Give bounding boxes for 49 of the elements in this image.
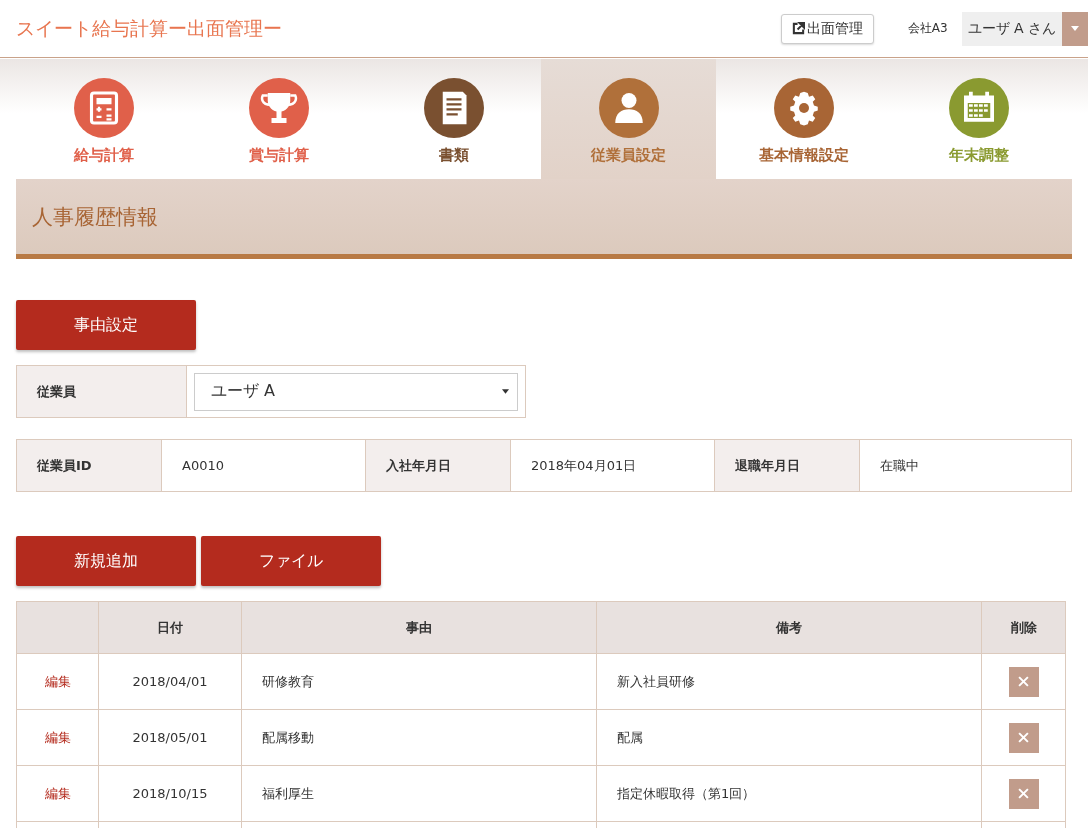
gear-icon (773, 78, 834, 138)
trophy-icon (248, 78, 309, 138)
table-cell: 配属移動 (262, 729, 314, 745)
document-icon (423, 78, 484, 138)
nav-tab[interactable]: 賞与計算 (191, 59, 366, 179)
external-link-icon (791, 22, 805, 35)
column-header: 削除 (1010, 619, 1037, 635)
nav-tab[interactable]: 書類 (366, 59, 541, 179)
edit-link[interactable]: 編集 (44, 785, 71, 801)
column-header: 備考 (776, 619, 802, 635)
table-cell: 研修教育 (262, 673, 314, 689)
info-label: 従業員ID (17, 440, 162, 491)
calculator-icon (73, 78, 134, 138)
table-cell: 配属 (617, 729, 643, 745)
caret-icon (502, 389, 509, 394)
info-label: 退職年月日 (715, 440, 860, 491)
table-cell: 2018/05/01 (132, 730, 208, 745)
nav-tab[interactable]: 基本情報設定 (716, 59, 891, 179)
close-icon (1018, 732, 1029, 743)
delete-button[interactable] (1008, 778, 1039, 809)
table-cell: 新入社員研修 (617, 673, 695, 689)
company-name: 会社A3 (907, 20, 948, 37)
app-title: スイート給与計算ー出面管理ー (16, 15, 282, 41)
file-button[interactable]: ファイル (201, 536, 381, 586)
caret-icon (1071, 26, 1079, 31)
table-cell: 福利厚生 (262, 785, 314, 801)
edit-link[interactable]: 編集 (44, 673, 71, 689)
table-cell: 2018/04/01 (132, 674, 208, 689)
person-icon (598, 78, 659, 138)
column-header: 事由 (406, 619, 432, 635)
delete-button[interactable] (1008, 722, 1039, 753)
nav-tab[interactable]: 給与計算 (16, 59, 191, 179)
info-value: 在職中 (879, 456, 920, 475)
close-icon (1018, 676, 1029, 687)
field-label: 従業員 (17, 366, 187, 417)
employee-dropdown[interactable]: ユーザ A (194, 372, 518, 411)
user-menu[interactable]: ユーザ A さん (961, 11, 1088, 46)
page-title: 人事履歴情報 (32, 203, 158, 231)
edit-link[interactable]: 編集 (44, 729, 71, 745)
table-cell: 指定休暇取得（第1回） (617, 785, 756, 801)
close-icon (1018, 788, 1029, 799)
delete-button[interactable] (1008, 666, 1039, 697)
reason-settings-button[interactable]: 事由設定 (16, 300, 196, 350)
column-header: 日付 (157, 619, 183, 635)
add-button[interactable]: 新規追加 (16, 536, 196, 586)
info-label: 入社年月日 (366, 440, 511, 491)
calendar-icon (948, 78, 1009, 138)
table-cell: 2018/10/15 (132, 786, 208, 801)
page-link-button[interactable]: 出面管理 (780, 13, 874, 44)
